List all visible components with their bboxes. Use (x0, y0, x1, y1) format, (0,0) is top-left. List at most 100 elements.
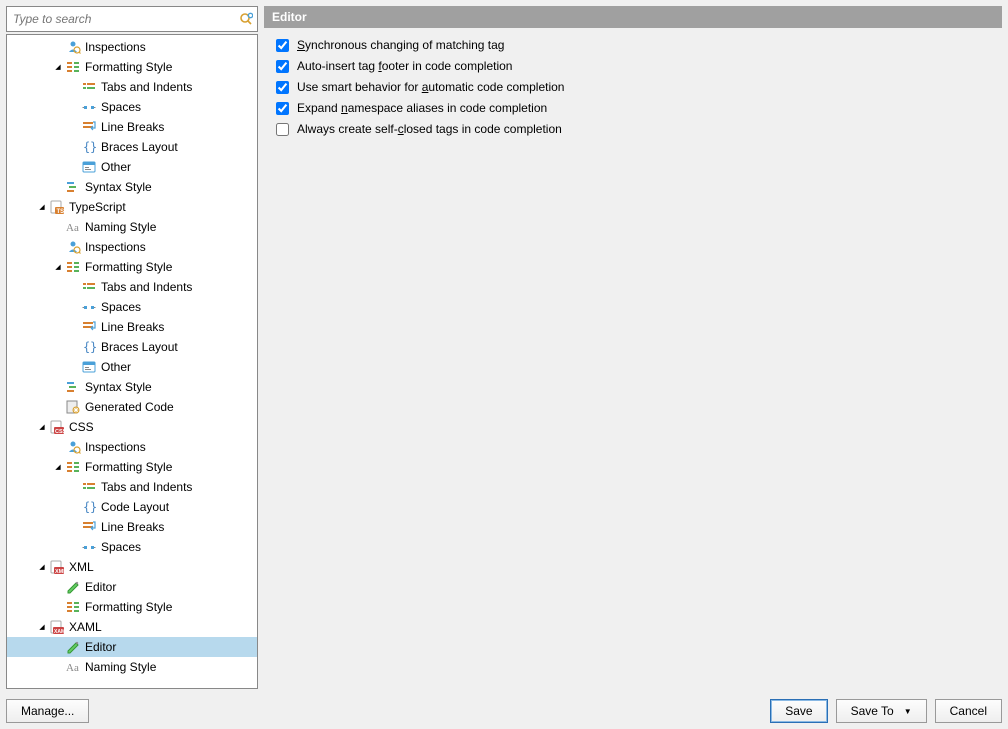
tree-item-label: Braces Layout (101, 140, 178, 154)
option-row: Auto-insert tag footer in code completio… (276, 59, 990, 73)
caret-down-icon[interactable]: ◢ (53, 463, 63, 471)
option-checkbox[interactable] (276, 39, 289, 52)
other-icon (81, 159, 97, 175)
typescript-icon: TS (49, 199, 65, 215)
option-label[interactable]: Synchronous changing of matching tag (297, 38, 504, 52)
tree-item-label: Other (101, 360, 131, 374)
other-icon (81, 359, 97, 375)
search-input[interactable] (7, 8, 235, 30)
search-wrap (6, 6, 258, 32)
tree-item-formatting-style[interactable]: ◢Formatting Style (7, 57, 257, 77)
tree-item-label: Inspections (85, 240, 146, 254)
tree-item-css[interactable]: ◢CSSCSS (7, 417, 257, 437)
tree-item-line-breaks[interactable]: ▶Line Breaks (7, 517, 257, 537)
option-checkbox[interactable] (276, 102, 289, 115)
linebreaks-icon (81, 119, 97, 135)
gencode-icon (65, 399, 81, 415)
tree-item-formatting-style[interactable]: ▶Formatting Style (7, 597, 257, 617)
tree-item-generated-code[interactable]: ▶Generated Code (7, 397, 257, 417)
manage-button[interactable]: Manage... (6, 699, 89, 723)
tree-item-inspections[interactable]: ▶Inspections (7, 37, 257, 57)
caret-down-icon[interactable]: ◢ (53, 263, 63, 271)
tree-item-formatting-style[interactable]: ◢Formatting Style (7, 457, 257, 477)
tree-item-tabs-and-indents[interactable]: ▶Tabs and Indents (7, 77, 257, 97)
tree-item-xaml[interactable]: ◢XAMLXAML (7, 617, 257, 637)
tree-item-label: Naming Style (85, 660, 156, 674)
option-checkbox[interactable] (276, 60, 289, 73)
save-to-button[interactable]: Save To ▼ (836, 699, 927, 723)
tree-item-braces-layout[interactable]: ▶{}Braces Layout (7, 137, 257, 157)
option-checkbox[interactable] (276, 81, 289, 94)
svg-text:CSS: CSS (55, 429, 65, 435)
tree-item-line-breaks[interactable]: ▶Line Breaks (7, 117, 257, 137)
option-label[interactable]: Use smart behavior for automatic code co… (297, 80, 564, 94)
option-label[interactable]: Expand namespace aliases in code complet… (297, 101, 547, 115)
svg-text:}: } (90, 500, 97, 514)
tree-item-label: Other (101, 160, 131, 174)
tree-item-label: TypeScript (69, 200, 126, 214)
spaces-icon (81, 539, 97, 555)
tree-item-code-layout[interactable]: ▶{}Code Layout (7, 497, 257, 517)
editor-icon (65, 579, 81, 595)
tree-item-label: Line Breaks (101, 320, 164, 334)
svg-text:Aa: Aa (66, 662, 79, 674)
chevron-down-icon: ▼ (904, 707, 912, 716)
tree-item-spaces[interactable]: ▶Spaces (7, 97, 257, 117)
tree-item-other[interactable]: ▶Other (7, 357, 257, 377)
save-button[interactable]: Save (770, 699, 827, 723)
spaces-icon (81, 99, 97, 115)
options-tree[interactable]: ▶Inspections◢Formatting Style▶Tabs and I… (6, 34, 258, 689)
svg-text:XAML: XAML (54, 629, 65, 635)
tree-item-label: Spaces (101, 540, 141, 554)
tree-item-naming-style[interactable]: ▶AaNaming Style (7, 217, 257, 237)
caret-down-icon[interactable]: ◢ (37, 623, 47, 631)
caret-down-icon[interactable]: ◢ (37, 423, 47, 431)
tree-item-tabs-and-indents[interactable]: ▶Tabs and Indents (7, 477, 257, 497)
tree-item-label: Tabs and Indents (101, 80, 192, 94)
tree-item-inspections[interactable]: ▶Inspections (7, 237, 257, 257)
tree-item-tabs-and-indents[interactable]: ▶Tabs and Indents (7, 277, 257, 297)
tree-item-typescript[interactable]: ◢TS TypeScript (7, 197, 257, 217)
braces-icon: {} (81, 499, 97, 515)
braces-icon: {} (81, 139, 97, 155)
tabs-icon (81, 79, 97, 95)
linebreaks-icon (81, 519, 97, 535)
footer: Manage... Save Save To ▼ Cancel (6, 689, 1002, 723)
tree-item-inspections[interactable]: ▶Inspections (7, 437, 257, 457)
option-row: Synchronous changing of matching tag (276, 38, 990, 52)
tree-item-label: Formatting Style (85, 600, 172, 614)
tree-item-syntax-style[interactable]: ▶Syntax Style (7, 177, 257, 197)
tree-item-naming-style[interactable]: ▶AaNaming Style (7, 657, 257, 677)
tree-item-spaces[interactable]: ▶Spaces (7, 297, 257, 317)
tree-item-label: Line Breaks (101, 520, 164, 534)
tree-item-label: Editor (85, 640, 116, 654)
naming-icon: Aa (65, 659, 81, 675)
option-row: Always create self-closed tags in code c… (276, 122, 990, 136)
tree-item-label: Editor (85, 580, 116, 594)
tree-item-editor[interactable]: ▶Editor (7, 577, 257, 597)
tree-item-spaces[interactable]: ▶Spaces (7, 537, 257, 557)
cancel-button[interactable]: Cancel (935, 699, 1002, 723)
tree-item-braces-layout[interactable]: ▶{}Braces Layout (7, 337, 257, 357)
formatting-icon (65, 59, 81, 75)
tree-item-xml[interactable]: ◢XMLXML (7, 557, 257, 577)
caret-down-icon[interactable]: ◢ (53, 63, 63, 71)
css-icon: CSS (49, 419, 65, 435)
inspections-icon (65, 439, 81, 455)
search-icon[interactable] (235, 7, 257, 31)
tree-item-line-breaks[interactable]: ▶Line Breaks (7, 317, 257, 337)
option-checkbox[interactable] (276, 123, 289, 136)
tree-item-editor[interactable]: ▶Editor (7, 637, 257, 657)
tree-item-other[interactable]: ▶Other (7, 157, 257, 177)
tree-item-formatting-style[interactable]: ◢Formatting Style (7, 257, 257, 277)
syntax-icon (65, 379, 81, 395)
option-label[interactable]: Auto-insert tag footer in code completio… (297, 59, 512, 73)
tree-item-label: Naming Style (85, 220, 156, 234)
editor-icon (65, 639, 81, 655)
caret-down-icon[interactable]: ◢ (37, 203, 47, 211)
tree-item-syntax-style[interactable]: ▶Syntax Style (7, 377, 257, 397)
caret-down-icon[interactable]: ◢ (37, 563, 47, 571)
option-label[interactable]: Always create self-closed tags in code c… (297, 122, 562, 136)
panel-title: Editor (264, 6, 1002, 28)
svg-text:}: } (90, 340, 97, 354)
